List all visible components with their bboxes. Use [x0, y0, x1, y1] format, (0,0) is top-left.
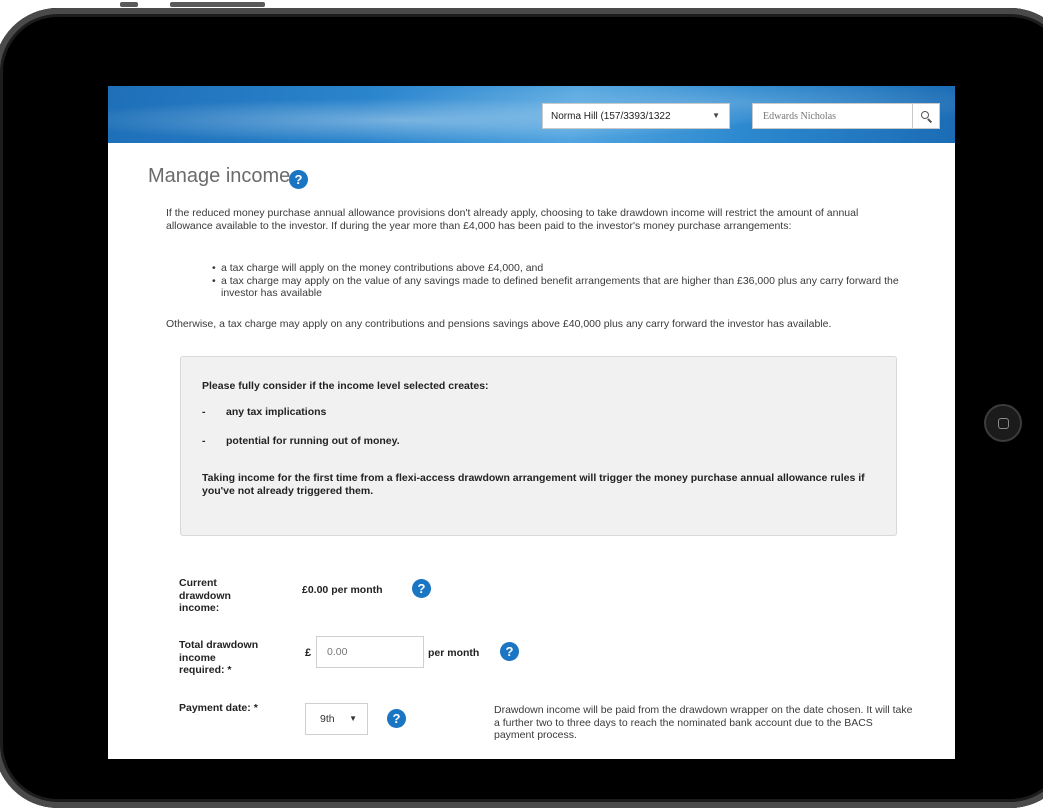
tax-charge-list: a tax charge will apply on the money con… — [212, 262, 902, 300]
device-top-button — [120, 2, 138, 7]
list-item: a tax charge will apply on the money con… — [212, 262, 902, 275]
list-item: a tax charge may apply on the value of a… — [212, 275, 902, 300]
per-month-label: per month — [428, 647, 480, 659]
intro-text: If the reduced money purchase annual all… — [166, 207, 859, 232]
home-button[interactable] — [984, 404, 1022, 442]
app-screen: Norma Hill (157/3393/1322 ▼ Manage incom… — [108, 86, 955, 759]
device-top-button — [170, 2, 265, 7]
warning-heading: Please fully consider if the income leve… — [202, 380, 489, 392]
adviser-search-input[interactable] — [753, 104, 915, 128]
help-icon[interactable]: ? — [412, 579, 431, 598]
client-select[interactable]: Norma Hill (157/3393/1322 ▼ — [542, 103, 730, 129]
warning-panel: Please fully consider if the income leve… — [180, 356, 897, 536]
client-select-value: Norma Hill (157/3393/1322 — [551, 110, 671, 122]
help-icon[interactable]: ? — [387, 709, 406, 728]
current-income-label: Current drawdown income: — [179, 577, 231, 614]
adviser-search — [752, 103, 940, 129]
income-amount-input[interactable] — [316, 636, 424, 668]
chevron-down-icon: ▼ — [349, 714, 357, 723]
home-square-icon — [997, 417, 1009, 429]
warning-footer: Taking income for the first time from a … — [202, 472, 865, 497]
total-income-label: Total drawdown income required: * — [179, 639, 259, 676]
otherwise-text: Otherwise, a tax charge may apply on any… — [166, 318, 832, 330]
help-icon[interactable]: ? — [500, 642, 519, 661]
search-button[interactable] — [912, 104, 939, 128]
header-banner: Norma Hill (157/3393/1322 ▼ — [108, 86, 955, 143]
warning-item: - any tax implications — [202, 406, 327, 418]
page-title: Manage income — [148, 165, 291, 187]
payment-date-value: 9th — [320, 713, 335, 725]
chevron-down-icon: ▼ — [712, 111, 720, 120]
warning-item: - potential for running out of money. — [202, 435, 400, 447]
help-icon[interactable]: ? — [289, 170, 308, 189]
search-icon — [920, 110, 932, 123]
current-income-value: £0.00 per month — [302, 584, 383, 596]
payment-date-note: Drawdown income will be paid from the dr… — [494, 704, 913, 741]
currency-symbol: £ — [305, 647, 312, 659]
payment-date-label: Payment date: * — [179, 702, 258, 714]
payment-date-select[interactable]: 9th ▼ — [305, 703, 368, 735]
